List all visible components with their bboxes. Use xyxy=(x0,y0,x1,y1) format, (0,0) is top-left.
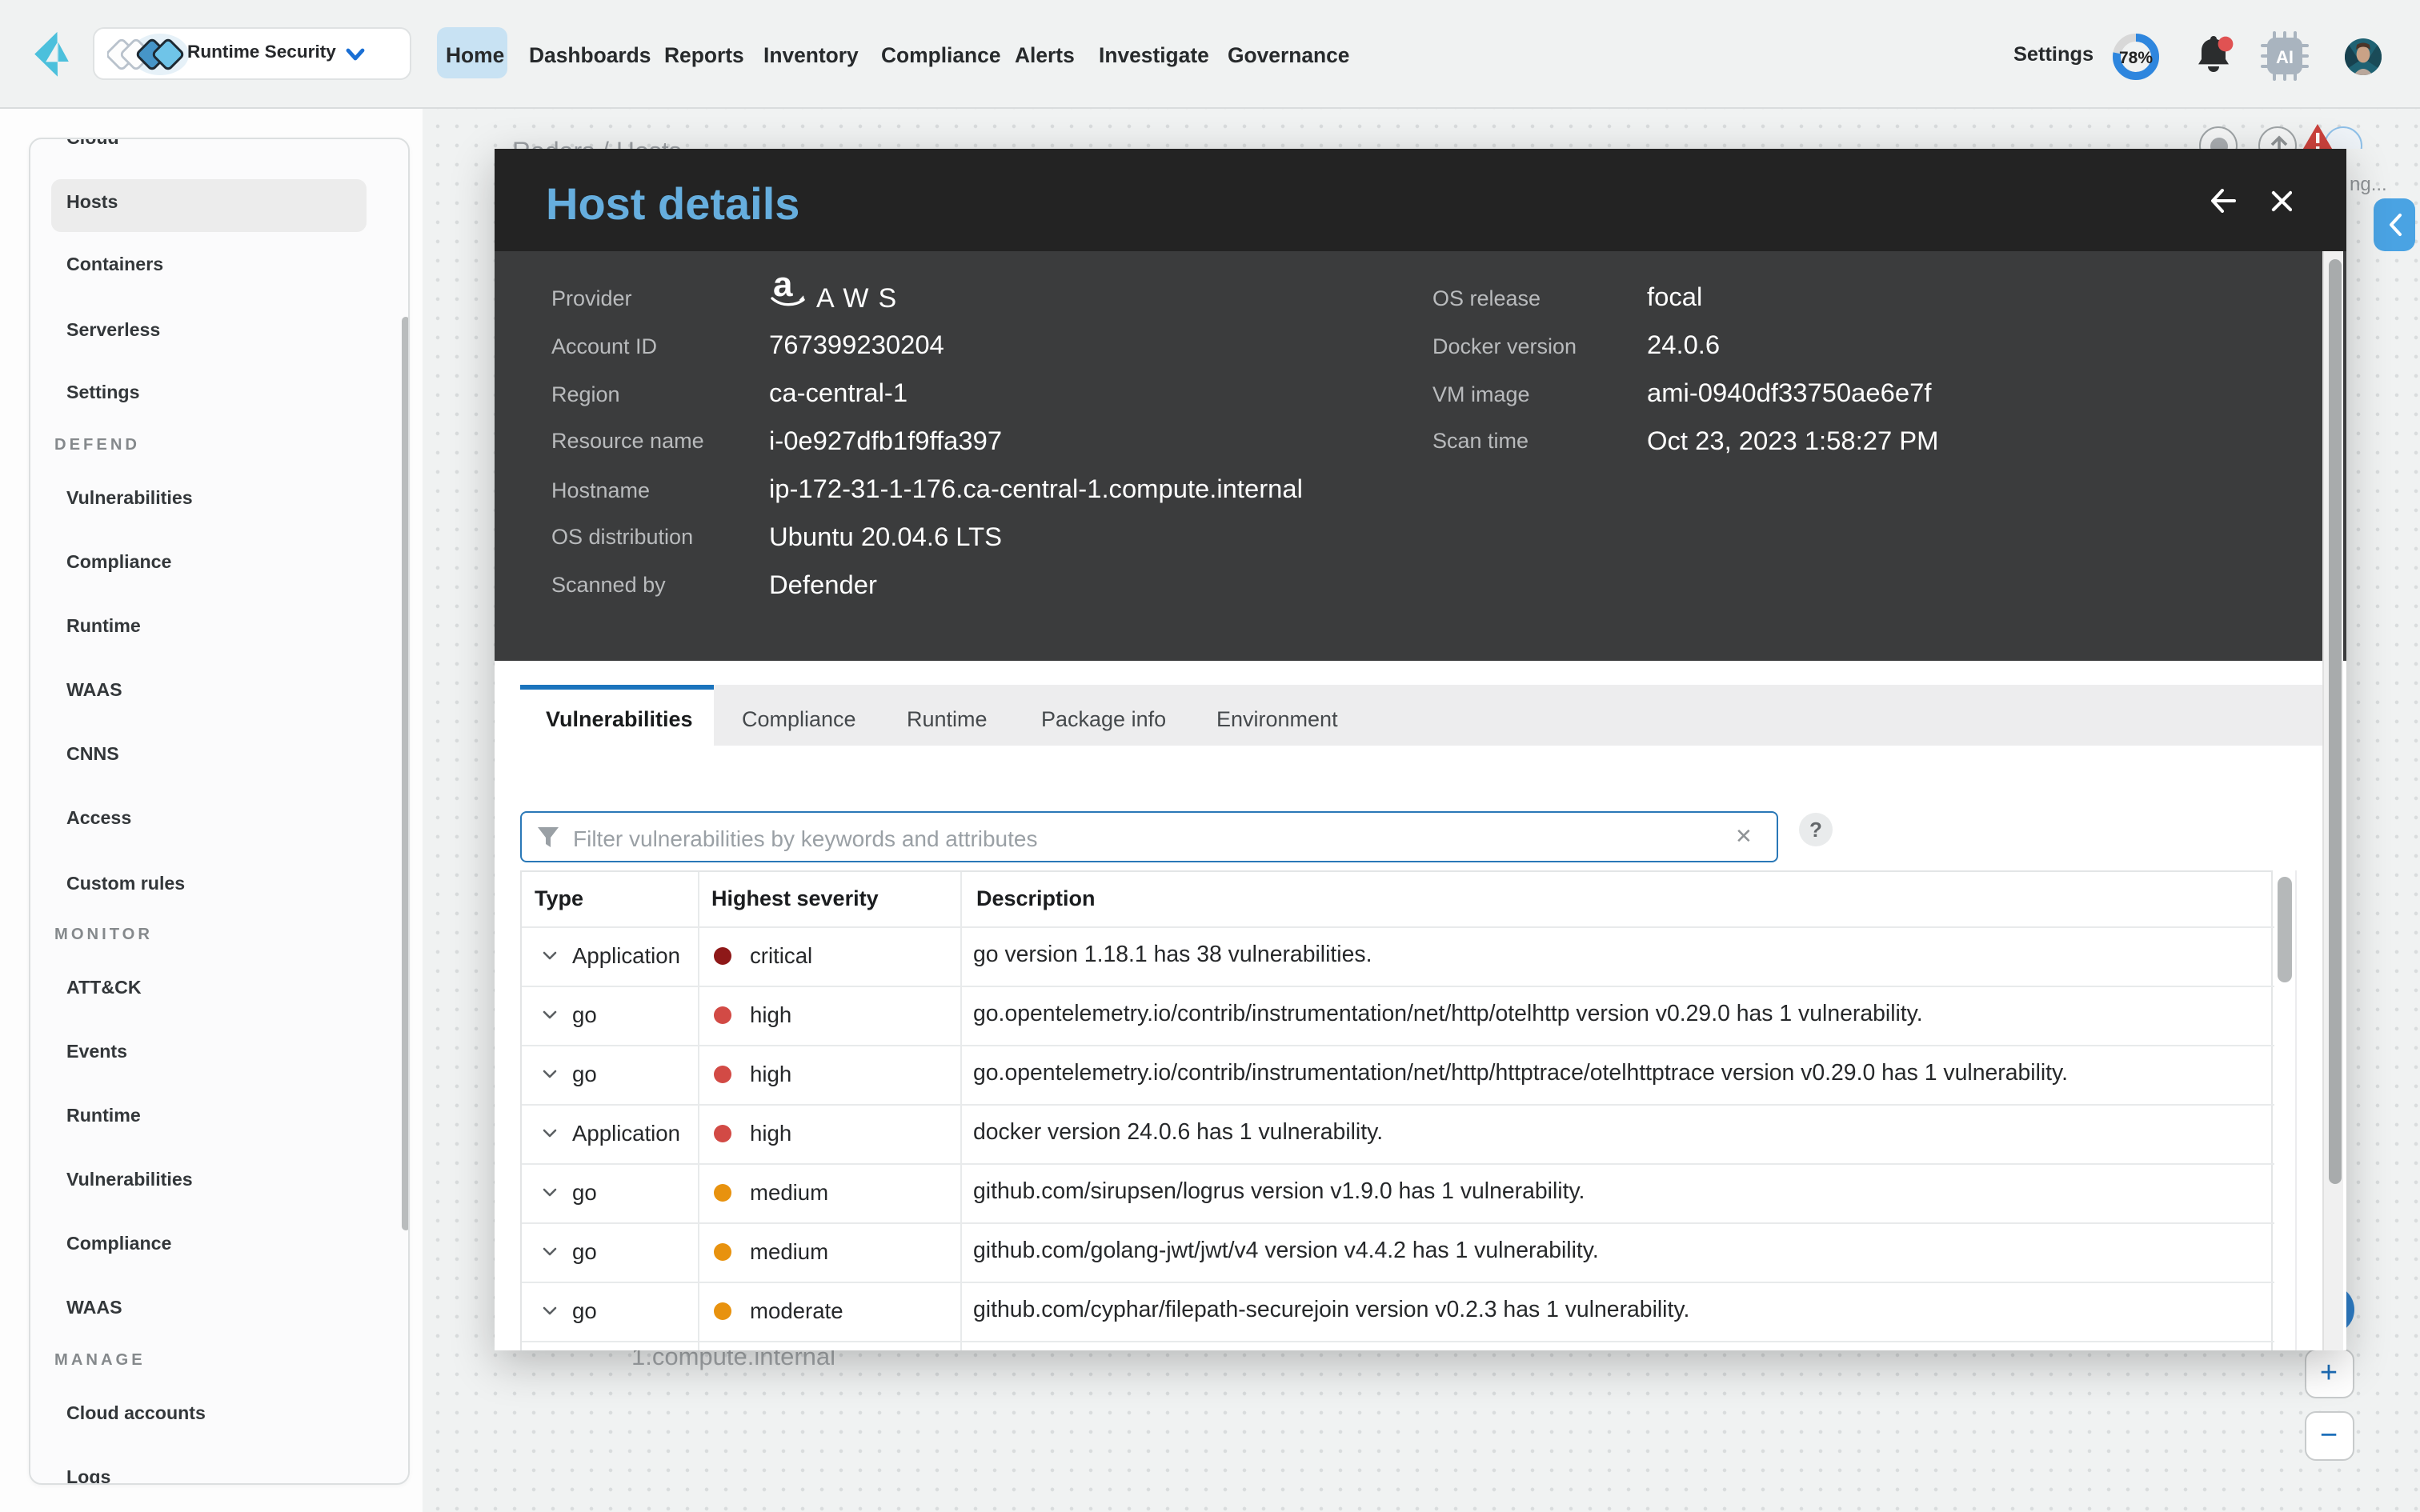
svg-text:AI: AI xyxy=(2276,47,2294,67)
svg-text:a: a xyxy=(773,269,793,304)
svg-text:78%: 78% xyxy=(2119,49,2153,67)
